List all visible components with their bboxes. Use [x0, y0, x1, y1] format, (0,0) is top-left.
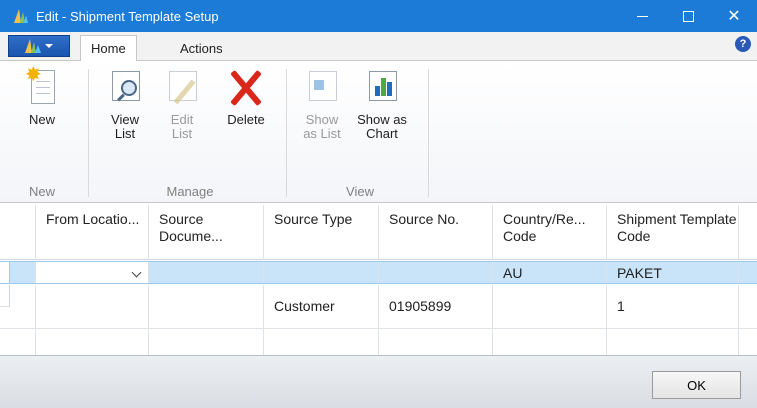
new-button[interactable]: ✸ New [17, 65, 67, 127]
delete-icon [225, 67, 267, 107]
group-separator [286, 69, 287, 197]
show-as-list-button[interactable]: Show as List [296, 67, 348, 141]
table-cell[interactable] [149, 285, 264, 328]
table-cell[interactable]: 1 [607, 285, 739, 328]
table-cell[interactable]: 01905899 [379, 285, 493, 328]
group-label-view: View [346, 184, 374, 199]
window-title: Edit - Shipment Template Setup [36, 8, 219, 24]
table-cell[interactable] [607, 329, 739, 355]
table-cell[interactable] [149, 262, 264, 283]
dialog-footer: OK [0, 355, 757, 408]
column-header[interactable]: Source Docume... [149, 205, 264, 260]
table-cell[interactable] [36, 329, 149, 355]
chevron-down-icon [45, 44, 53, 48]
table-cell[interactable] [379, 329, 493, 355]
table-cell[interactable]: AU [493, 262, 607, 283]
table-row[interactable] [0, 329, 757, 355]
show-as-list-label: Show as List [303, 112, 341, 141]
tab-actions[interactable]: Actions [170, 35, 233, 61]
group-separator [88, 69, 89, 197]
column-header[interactable]: Source Type [264, 205, 379, 260]
group-label-new: New [28, 184, 55, 199]
ribbon-tabbar: Home Actions ? [0, 32, 757, 62]
column-header[interactable]: From Locatio... [36, 205, 149, 260]
view-list-label: View List [111, 112, 139, 141]
minimize-button[interactable] [619, 0, 665, 32]
show-as-chart-button[interactable]: Show as Chart [350, 67, 414, 141]
table-row[interactable]: Customer 01905899 1 [0, 285, 757, 329]
help-icon[interactable]: ? [735, 36, 751, 52]
app-logo-icon [14, 9, 28, 23]
table-row[interactable]: AU PAKET [0, 261, 757, 284]
ribbon-panel: ✸ New New View List Edit List Delete Man… [0, 61, 757, 203]
close-icon: ✕ [727, 8, 741, 25]
edit-list-label: Edit List [170, 112, 194, 141]
show-as-chart-icon [365, 67, 399, 107]
table-cell[interactable] [493, 329, 607, 355]
row-selector[interactable] [0, 285, 36, 328]
delete-button-label: Delete [227, 112, 265, 127]
minimize-icon [636, 15, 648, 17]
table-cell[interactable] [149, 329, 264, 355]
show-as-list-icon [305, 67, 339, 107]
table-cell[interactable]: Customer [264, 285, 379, 328]
app-logo-icon [25, 39, 41, 53]
table-cell[interactable] [264, 262, 379, 283]
row-selector[interactable] [0, 262, 36, 283]
close-button[interactable]: ✕ [711, 0, 757, 32]
row-selector-header [0, 205, 36, 260]
chevron-down-icon[interactable] [131, 267, 142, 278]
table-cell[interactable] [493, 285, 607, 328]
row-selector[interactable] [0, 329, 36, 355]
group-label-manage: Manage [166, 184, 214, 199]
tab-home[interactable]: Home [80, 35, 137, 62]
column-header[interactable]: Shipment Template Code [607, 205, 739, 260]
view-list-button[interactable]: View List [98, 67, 152, 141]
ok-button[interactable]: OK [652, 371, 741, 399]
table-cell[interactable] [36, 285, 149, 328]
application-menu-button[interactable] [8, 35, 70, 57]
maximize-icon [682, 10, 694, 22]
grid-header: From Locatio... Source Docume... Source … [0, 205, 757, 260]
new-document-icon: ✸ [25, 65, 59, 107]
view-list-icon [108, 67, 142, 107]
new-button-label: New [28, 112, 55, 127]
group-separator [428, 69, 429, 197]
show-as-chart-label: Show as Chart [357, 112, 407, 141]
table-cell[interactable] [379, 262, 493, 283]
column-header[interactable]: Source No. [379, 205, 493, 260]
maximize-button[interactable] [665, 0, 711, 32]
table-cell[interactable] [264, 329, 379, 355]
data-grid: From Locatio... Source Docume... Source … [0, 205, 757, 355]
edit-list-icon [165, 67, 199, 107]
table-cell[interactable]: PAKET [607, 262, 739, 283]
window-titlebar: Edit - Shipment Template Setup ✕ [0, 0, 757, 32]
column-header[interactable]: Country/Re... Code [493, 205, 607, 260]
delete-button[interactable]: Delete [218, 67, 274, 127]
edit-list-button[interactable]: Edit List [157, 67, 207, 141]
from-location-select[interactable] [36, 262, 149, 283]
